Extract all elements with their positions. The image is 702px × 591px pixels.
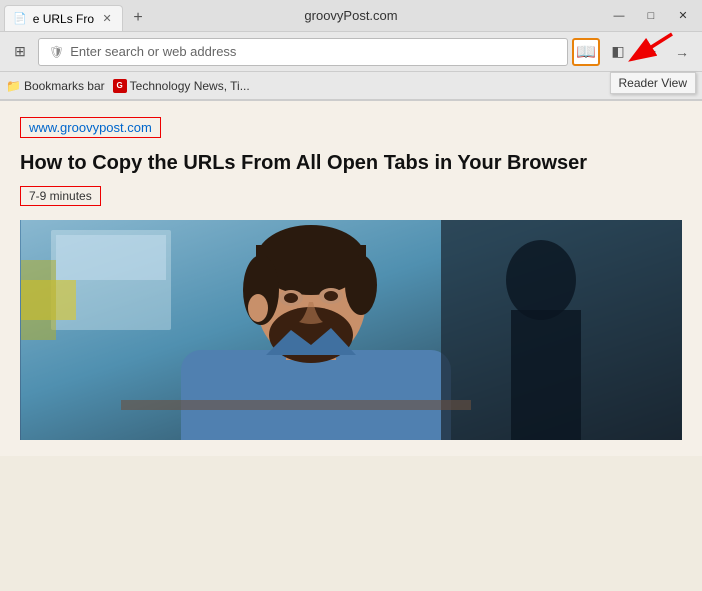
article-title: How to Copy the URLs From All Open Tabs … [20, 150, 682, 176]
grid-button[interactable]: ⊞ [6, 38, 34, 66]
folder-icon: 📁 [6, 79, 21, 93]
navigation-bar: ⊞ 🛡 Enter search or web address 📖 Reader… [0, 32, 702, 72]
reader-view-tooltip: Reader View [610, 72, 696, 94]
site-favicon: G [113, 79, 127, 93]
tab-bar: 📄 e URLs Fro ✕ + [4, 0, 604, 31]
minimize-button[interactable]: — [604, 5, 634, 27]
grid-icon: ⊞ [14, 43, 26, 60]
sidebar-icon: ◧ [611, 43, 624, 60]
address-bar[interactable]: 🛡 Enter search or web address [38, 38, 568, 66]
bookmarks-bar-label[interactable]: 📁 Bookmarks bar [6, 79, 105, 93]
page-content: www.groovypost.com How to Copy the URLs … [0, 101, 702, 456]
more-button[interactable]: ⋯ [636, 38, 664, 66]
bookmark-site-label: Technology News, Ti... [130, 79, 250, 93]
maximize-button[interactable]: □ [636, 5, 666, 27]
forward-button[interactable]: → [668, 38, 696, 66]
article-image [20, 220, 682, 440]
active-tab[interactable]: 📄 e URLs Fro ✕ [4, 5, 123, 31]
tab-close-button[interactable]: ✕ [100, 12, 114, 26]
more-icon: ⋯ [643, 43, 657, 60]
shield-icon: 🛡 [49, 45, 64, 59]
reader-view-button[interactable]: 📖 [572, 38, 600, 66]
title-bar: 📄 e URLs Fro ✕ + groovyPost.com — □ ✕ [0, 0, 702, 32]
toolbar-actions: 📖 Reader View ◧ ⋯ → [572, 38, 696, 66]
bookmarks-bar-text: Bookmarks bar [24, 79, 105, 93]
window-controls: — □ ✕ [604, 5, 698, 27]
reader-view-icon: 📖 [576, 42, 596, 62]
forward-icon: → [675, 44, 689, 60]
article-image-svg [20, 220, 682, 440]
tab-title: e URLs Fro [33, 12, 94, 26]
address-text: Enter search or web address [70, 44, 236, 59]
bookmarks-bar: 📁 Bookmarks bar G Technology News, Ti... [0, 72, 702, 100]
site-url-badge[interactable]: www.groovypost.com [20, 117, 161, 138]
sidebar-button[interactable]: ◧ [604, 38, 632, 66]
close-button[interactable]: ✕ [668, 5, 698, 27]
reading-time-badge: 7-9 minutes [20, 186, 101, 206]
tab-favicon: 📄 [13, 12, 27, 25]
bookmark-site[interactable]: G Technology News, Ti... [113, 79, 250, 93]
new-tab-button[interactable]: + [125, 5, 151, 31]
